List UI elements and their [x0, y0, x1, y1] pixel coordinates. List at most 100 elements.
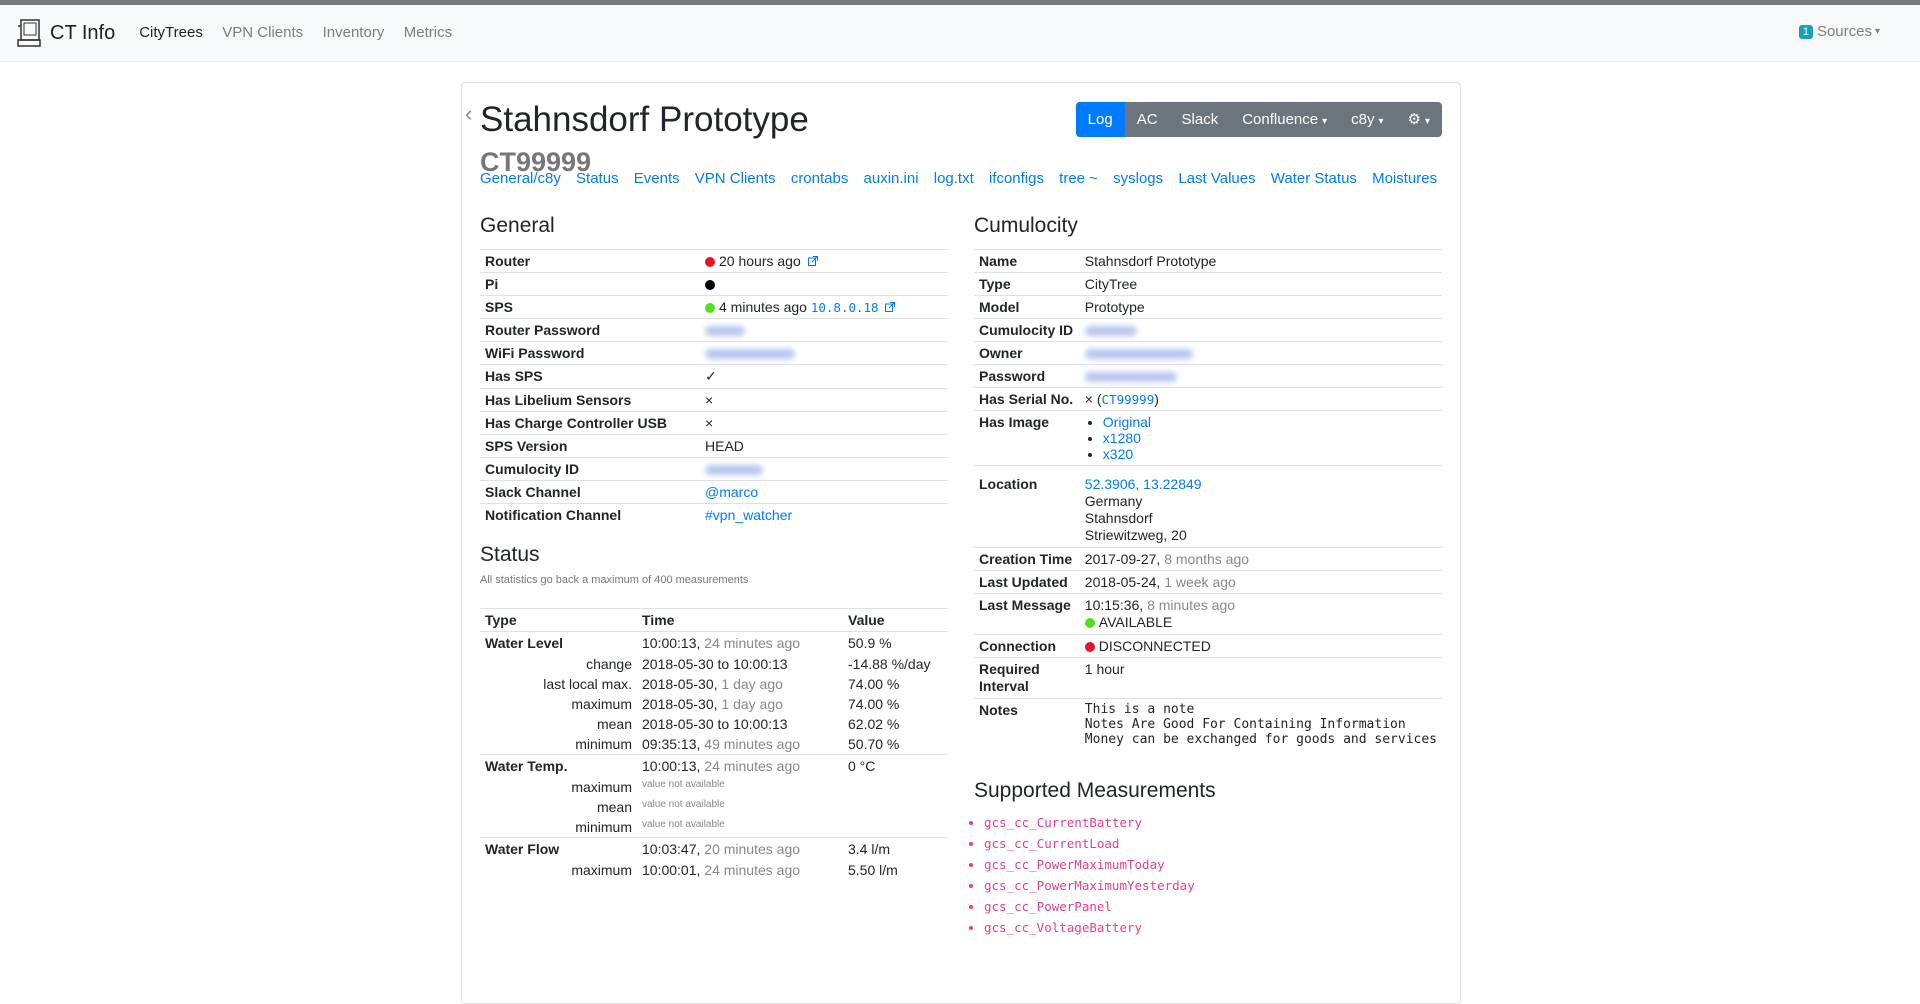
slack-channel-link[interactable]: @marco — [705, 484, 758, 500]
maximum-time: 2018-05-30, — [642, 696, 718, 712]
right-column: Cumulocity Name Stahnsdorf Prototype Typ… — [974, 211, 1442, 938]
link-tree[interactable]: tree ~ — [1059, 170, 1098, 187]
has-sps-label: Has SPS — [480, 364, 700, 389]
table-row: Last Message 10:15:36, 8 minutes ago AVA… — [974, 593, 1442, 635]
nav-inventory[interactable]: Inventory — [323, 24, 385, 41]
link-crontabs[interactable]: crontabs — [791, 170, 849, 187]
status-red-dot — [1084, 642, 1095, 652]
sps-value: 4 minutes ago — [719, 299, 807, 315]
table-row: last local max. 2018-05-30, 1 day ago 74… — [480, 674, 948, 694]
table-row: Cumulocity ID — [974, 318, 1442, 342]
mean-label: mean — [596, 716, 632, 732]
external-link-icon[interactable] — [807, 256, 818, 266]
list-item: gcs_cc_CurrentBattery — [984, 812, 1442, 833]
water-temp-ago: 24 minutes ago — [704, 758, 801, 774]
nav-vpn-clients[interactable]: VPN Clients — [222, 24, 303, 41]
image-x320-link[interactable]: x320 — [1103, 446, 1133, 462]
password-label: Password — [974, 364, 1080, 388]
link-log-txt[interactable]: log.txt — [934, 170, 974, 187]
note-line: This is a note — [1084, 702, 1195, 717]
c8y-id-label: Cumulocity ID — [974, 318, 1080, 342]
table-row: Water Level 10:00:13, 24 minutes ago 50.… — [480, 631, 948, 654]
has-charge-controller-value: × — [700, 411, 948, 435]
chevron-down-icon: ▾ — [1874, 26, 1880, 37]
sources-label: Sources — [1816, 23, 1872, 40]
owner-label: Owner — [974, 341, 1080, 365]
chevron-left-icon[interactable]: ‹ — [465, 101, 472, 127]
table-row: Notes This is a note Notes Are Good For … — [974, 698, 1442, 750]
link-water-status[interactable]: Water Status — [1271, 170, 1357, 187]
redacted-owner — [1084, 349, 1193, 360]
temp-maximum-label: maximum — [571, 779, 632, 795]
ac-button[interactable]: AC — [1125, 102, 1170, 137]
link-events[interactable]: Events — [634, 170, 680, 187]
table-row: Cumulocity ID — [480, 457, 948, 481]
last-local-max-ago: 1 day ago — [721, 676, 783, 692]
table-row: Type CityTree — [974, 272, 1442, 296]
image-list: Original x1280 x320 — [1085, 414, 1437, 462]
link-auxin-ini[interactable]: auxin.ini — [864, 170, 919, 187]
table-row: Slack Channel @marco — [480, 480, 948, 504]
water-temp-label: Water Temp. — [480, 754, 637, 777]
table-row: Has SPS ✓ — [480, 364, 948, 389]
message-ago: 8 minutes ago — [1147, 597, 1236, 613]
table-row: Has Libelium Sensors × — [480, 388, 948, 412]
has-charge-controller-label: Has Charge Controller USB — [480, 411, 700, 435]
type-label: Type — [974, 272, 1080, 296]
citytree-card: ‹ Stahnsdorf Prototype CT99999 Log AC Sl… — [461, 82, 1461, 1004]
external-link-icon[interactable] — [885, 302, 896, 312]
serial-link[interactable]: CT99999 — [1102, 392, 1155, 407]
sps-ip-link[interactable]: 10.8.0.18 — [811, 300, 879, 315]
flow-maximum-label: maximum — [571, 862, 632, 878]
col-value: Value — [843, 608, 948, 632]
link-last-values[interactable]: Last Values — [1178, 170, 1255, 187]
flow-maximum-time: 10:00:01, — [642, 862, 701, 878]
image-original-link[interactable]: Original — [1103, 414, 1151, 430]
link-syslogs[interactable]: syslogs — [1113, 170, 1163, 187]
table-row: Creation Time 2017-09-27, 8 months ago — [974, 547, 1442, 571]
slack-button[interactable]: Slack — [1170, 102, 1231, 137]
log-button[interactable]: Log — [1075, 102, 1125, 137]
interval-label: Required Interval — [974, 657, 1080, 699]
brand[interactable]: CT Info — [16, 18, 115, 48]
image-x1280-link[interactable]: x1280 — [1103, 430, 1141, 446]
link-vpn-clients[interactable]: VPN Clients — [695, 170, 776, 187]
nav-citytrees[interactable]: CityTrees — [139, 24, 203, 41]
link-general-c8y[interactable]: General/c8y — [480, 170, 561, 187]
note-line: Money can be exchanged for goods and ser… — [1084, 732, 1437, 747]
temp-mean-na: value not available — [642, 799, 725, 810]
minimum-time: 09:35:13, — [642, 736, 701, 752]
col-time: Time — [637, 608, 843, 632]
minimum-value: 50.70 % — [848, 736, 900, 752]
sources-dropdown[interactable]: 1 Sources ▾ — [1798, 23, 1880, 40]
table-row: mean value not available — [480, 797, 948, 817]
confluence-dropdown[interactable]: Confluence — [1230, 102, 1339, 137]
link-moistures[interactable]: Moistures — [1372, 170, 1437, 187]
table-row: Last Updated 2018-05-24, 1 week ago — [974, 570, 1442, 594]
notes-block: This is a note Notes Are Good For Contai… — [1085, 702, 1437, 747]
last-local-max-label: last local max. — [543, 676, 632, 692]
sps-version-value: HEAD — [700, 434, 948, 458]
col-type: Type — [480, 608, 637, 632]
gear-icon[interactable]: ⚙ — [1396, 102, 1442, 137]
notification-channel-link[interactable]: #vpn_watcher — [705, 507, 792, 523]
temp-maximum-na: value not available — [642, 779, 725, 790]
link-ifconfigs[interactable]: ifconfigs — [989, 170, 1044, 187]
maximum-value: 74.00 % — [848, 696, 900, 712]
location-city: Stahnsdorf — [1084, 510, 1153, 526]
nav-metrics[interactable]: Metrics — [404, 24, 452, 41]
supported-measurements-list: gcs_cc_CurrentBattery gcs_cc_CurrentLoad… — [974, 812, 1442, 938]
brand-label: CT Info — [50, 21, 116, 44]
location-coords-link[interactable]: 52.3906, 13.22849 — [1085, 476, 1202, 492]
change-time: 2018-05-30 to 10:00:13 — [642, 656, 788, 672]
c8y-dropdown[interactable]: c8y — [1339, 102, 1395, 137]
subnav-links: General/c8y Status Events VPN Clients cr… — [480, 170, 1448, 187]
table-row: Name Stahnsdorf Prototype — [974, 249, 1442, 273]
redacted-password — [1084, 372, 1177, 383]
link-status[interactable]: Status — [576, 170, 619, 187]
last-local-max-time: 2018-05-30, — [642, 676, 718, 692]
table-row: maximum 2018-05-30, 1 day ago 74.00 % — [480, 694, 948, 714]
table-row: Water Temp. 10:00:13, 24 minutes ago 0 °… — [480, 754, 948, 777]
table-header-row: Type Time Value — [480, 608, 948, 632]
serial-x: × — [1084, 391, 1093, 407]
